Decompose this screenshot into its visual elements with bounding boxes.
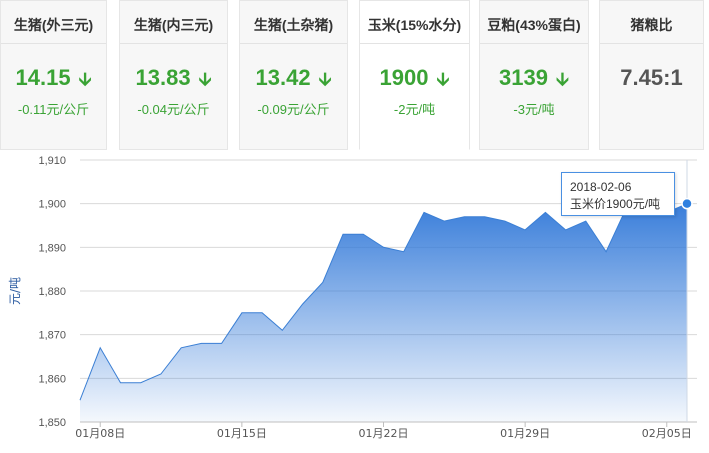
ratio-value: 7.45:1: [620, 65, 683, 90]
card-price: 13.83 🡫: [120, 65, 227, 97]
tooltip-date: 2018-02-06: [570, 180, 632, 194]
divider: [1, 43, 106, 44]
highlight-point: [681, 197, 693, 210]
card-price: 14.15 🡫: [1, 65, 106, 97]
price-value: 13.83: [135, 65, 191, 90]
down-arrow-icon: 🡫: [318, 69, 332, 89]
divider: [240, 43, 347, 44]
card-title: 玉米(15%水分): [367, 17, 462, 33]
y-tick-label: 1,860: [38, 373, 66, 385]
down-arrow-icon: 🡫: [198, 69, 212, 89]
card-soymeal[interactable]: 豆粕(43%蛋白) 3139 🡫 -3元/吨: [479, 0, 589, 150]
card-price: 13.42 🡫: [240, 65, 347, 97]
x-tick-label: 01月08日: [75, 427, 125, 440]
card-pig-inner-three[interactable]: 生猪(内三元) 13.83 🡫 -0.04元/公斤: [119, 0, 228, 150]
price-value: 3139: [499, 65, 548, 90]
card-change: -0.09元/公斤: [257, 102, 330, 117]
card-price: 1900 🡫: [360, 65, 469, 97]
divider: [600, 43, 703, 44]
card-pig-grain-ratio[interactable]: 猪粮比 7.45:1: [599, 0, 704, 150]
y-tick-label: 1,870: [38, 330, 66, 342]
y-tick-label: 1,890: [38, 242, 66, 254]
card-corn[interactable]: 玉米(15%水分) 1900 🡫 -2元/吨: [359, 0, 470, 150]
y-tick-label: 1,850: [38, 417, 66, 429]
x-tick-label: 01月29日: [500, 427, 550, 440]
down-arrow-icon: 🡫: [78, 69, 92, 89]
card-title: 生猪(土杂猪): [253, 17, 334, 33]
card-title: 豆粕(43%蛋白): [487, 17, 581, 33]
card-change: -0.11元/公斤: [17, 102, 90, 117]
chart-tooltip: 2018-02-06 玉米价1900元/吨: [561, 172, 675, 216]
divider: [120, 43, 227, 44]
y-tick-label: 1,900: [38, 199, 66, 211]
y-axis-label: 元/吨: [8, 277, 22, 305]
tooltip-text: 玉米价1900元/吨: [570, 197, 661, 211]
divider: [360, 43, 469, 44]
card-change: -0.04元/公斤: [137, 102, 210, 117]
divider: [480, 43, 588, 44]
down-arrow-icon: 🡫: [556, 69, 569, 89]
card-title: 猪粮比: [630, 17, 673, 33]
down-arrow-icon: 🡫: [436, 69, 450, 89]
price-cards: 生猪(外三元) 14.15 🡫 -0.11元/公斤 生猪(内三元) 13.83 🡫 …: [0, 0, 709, 150]
card-title: 生猪(外三元): [13, 17, 94, 33]
x-tick-label: 02月05日: [642, 427, 692, 440]
card-title: 生猪(内三元): [133, 17, 214, 33]
price-value: 13.42: [255, 65, 311, 90]
x-tick-label: 01月15日: [217, 427, 267, 440]
price-value: 14.15: [15, 65, 71, 90]
y-tick-label: 1,910: [38, 155, 66, 167]
card-pig-mixed[interactable]: 生猪(土杂猪) 13.42 🡫 -0.09元/公斤: [239, 0, 348, 150]
x-tick-label: 01月22日: [359, 427, 409, 440]
card-pig-outer-three[interactable]: 生猪(外三元) 14.15 🡫 -0.11元/公斤: [0, 0, 107, 150]
price-value: 1900: [379, 65, 429, 90]
card-price: 3139 🡫: [480, 65, 588, 97]
y-tick-label: 1,880: [38, 286, 66, 298]
card-change: -3元/吨: [513, 102, 555, 117]
card-change: -2元/吨: [393, 102, 436, 117]
